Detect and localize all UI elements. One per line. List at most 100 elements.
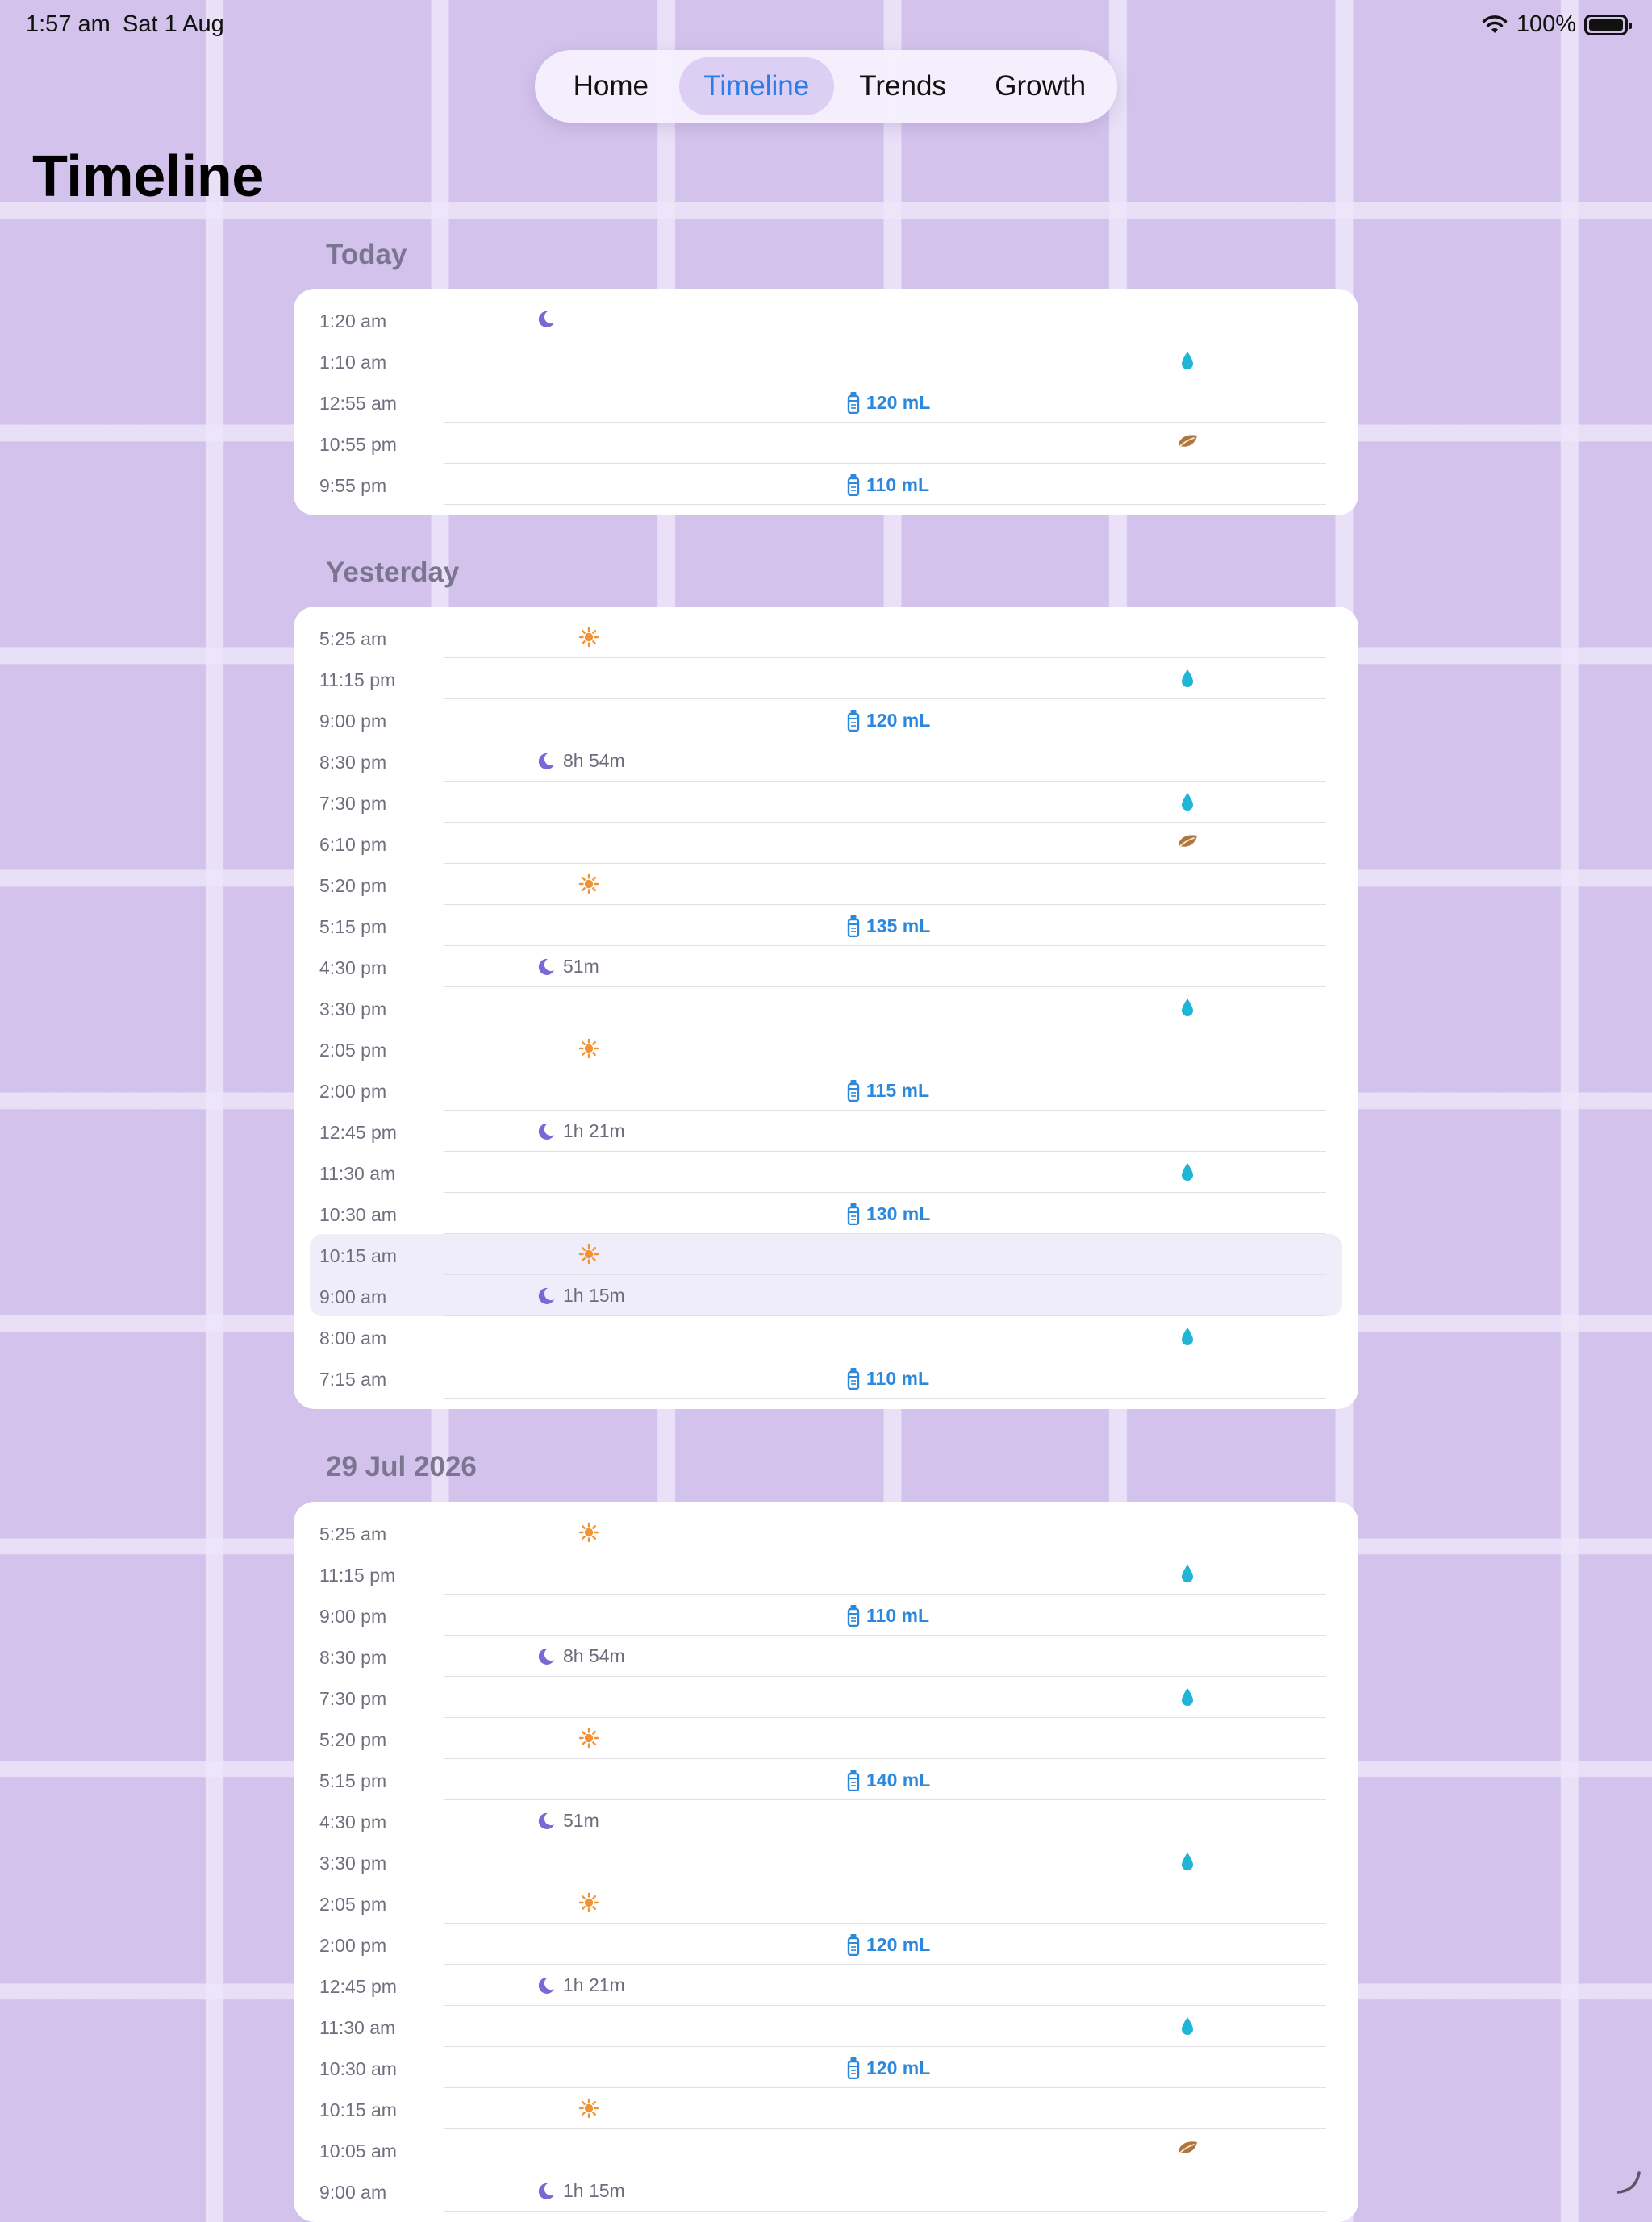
event-time: 2:00 pm	[319, 1935, 387, 1956]
tab-trends[interactable]: Trends	[834, 57, 972, 115]
event-time: 7:15 am	[319, 1369, 387, 1390]
section-title-29-jul: 29 Jul 2026	[326, 1451, 477, 1482]
event-time: 3:30 pm	[319, 1853, 387, 1874]
event-time: 11:30 am	[319, 1163, 396, 1184]
timeline-row[interactable]: 10:15 am	[294, 1234, 1358, 1275]
timeline-row[interactable]: 7:30 pm	[294, 782, 1358, 823]
bottle-icon	[847, 2057, 860, 2079]
tab-home[interactable]: Home	[543, 57, 679, 115]
tab-growth[interactable]: Growth	[971, 57, 1109, 115]
event-detail: 120 mL	[866, 2057, 931, 2078]
event-detail: 110 mL	[866, 1604, 929, 1626]
wifi-icon	[1482, 15, 1508, 33]
event-bottle: 130 mL	[847, 1203, 930, 1225]
timeline-row[interactable]: 7:30 pm	[294, 1677, 1358, 1718]
event-time: 9:00 am	[319, 1286, 387, 1307]
timeline-row[interactable]: 2:05 pm	[294, 1882, 1358, 1924]
timeline-row[interactable]: 10:15 am	[294, 2088, 1358, 2129]
leaf-icon	[1176, 2139, 1199, 2157]
event-time: 10:05 am	[319, 2141, 397, 2162]
event-dirty	[1176, 432, 1199, 450]
timeline-row[interactable]: 5:15 pm 135 mL	[294, 905, 1358, 946]
timeline-row[interactable]: 11:15 pm	[294, 1553, 1358, 1595]
timeline-row[interactable]: 11:30 am	[294, 2006, 1358, 2047]
row-divider	[444, 2211, 1326, 2212]
timeline-row[interactable]: 10:05 am	[294, 2129, 1358, 2170]
resize-handle-icon[interactable]	[1615, 2168, 1642, 2195]
timeline-row[interactable]: 2:00 pm 120 mL	[294, 1924, 1358, 1965]
event-bottle: 110 mL	[847, 1367, 929, 1390]
event-time: 5:20 pm	[319, 875, 387, 896]
event-dirty	[1176, 2139, 1199, 2157]
timeline-row[interactable]: 2:05 pm	[294, 1028, 1358, 1069]
event-time: 2:05 pm	[319, 1040, 387, 1061]
event-sleep: 1h 15m	[536, 2180, 625, 2202]
event-detail: 110 mL	[866, 473, 929, 495]
timeline-row[interactable]: 11:15 pm	[294, 658, 1358, 699]
timeline-row[interactable]: 12:45 pm 1h 21m	[294, 1965, 1358, 2006]
event-detail: 120 mL	[866, 709, 931, 731]
event-sleep: 1h 21m	[536, 1120, 625, 1142]
bottle-icon	[847, 1367, 860, 1390]
event-wake	[578, 1244, 599, 1265]
timeline-row[interactable]: 9:00 am 1h 15m	[294, 2170, 1358, 2212]
event-time: 1:10 am	[319, 352, 387, 373]
bottle-icon	[847, 1079, 860, 1102]
timeline-row[interactable]: 6:10 pm	[294, 823, 1358, 864]
timeline-row[interactable]: 8:00 am	[294, 1316, 1358, 1357]
event-time: 7:30 pm	[319, 793, 387, 814]
timeline-row[interactable]: 1:20 am	[294, 299, 1358, 340]
timeline-row[interactable]: 10:30 am 120 mL	[294, 2047, 1358, 2088]
timeline-row[interactable]: 5:25 am	[294, 617, 1358, 658]
event-detail: 130 mL	[866, 1203, 931, 1224]
timeline-row[interactable]: 4:30 pm 51m	[294, 946, 1358, 987]
timeline-row[interactable]: 12:45 pm 1h 21m	[294, 1111, 1358, 1152]
tab-timeline[interactable]: Timeline	[678, 57, 834, 115]
timeline-row[interactable]: 5:15 pm 140 mL	[294, 1759, 1358, 1800]
timeline-row[interactable]: 1:10 am	[294, 340, 1358, 381]
timeline-row[interactable]: 8:30 pm 8h 54m	[294, 740, 1358, 782]
timeline-row[interactable]: 5:20 pm	[294, 864, 1358, 905]
moon-icon	[536, 1286, 557, 1307]
event-time: 11:30 am	[319, 2017, 396, 2038]
sun-icon	[578, 627, 599, 648]
event-time: 9:55 pm	[319, 475, 387, 496]
event-time: 12:45 pm	[319, 1122, 397, 1143]
event-time: 5:15 pm	[319, 916, 387, 937]
event-bottle: 120 mL	[847, 1933, 930, 1956]
timeline-row[interactable]: 7:15 am 110 mL	[294, 1357, 1358, 1399]
moon-icon	[536, 1975, 557, 1996]
timeline-row[interactable]: 8:30 pm 8h 54m	[294, 1636, 1358, 1677]
drop-icon	[1179, 997, 1195, 1018]
timeline-row[interactable]: 2:00 pm 115 mL	[294, 1069, 1358, 1111]
event-bottle: 115 mL	[847, 1079, 929, 1102]
event-wet	[1179, 791, 1195, 812]
timeline-row[interactable]: 9:00 pm 110 mL	[294, 1595, 1358, 1636]
timeline-row[interactable]: 10:30 am 130 mL	[294, 1193, 1358, 1234]
timeline-row[interactable]: 3:30 pm	[294, 1841, 1358, 1882]
drop-icon	[1179, 1686, 1195, 1707]
timeline-row[interactable]: 5:20 pm	[294, 1718, 1358, 1759]
event-detail: 8h 54m	[563, 750, 625, 771]
moon-icon	[536, 1811, 557, 1832]
event-time: 10:55 pm	[319, 434, 397, 455]
moon-icon	[536, 751, 557, 772]
timeline-row[interactable]: 9:00 pm 120 mL	[294, 699, 1358, 740]
event-time: 10:15 am	[319, 1245, 397, 1266]
timeline-row[interactable]: 11:30 am	[294, 1152, 1358, 1193]
event-time: 4:30 pm	[319, 957, 387, 978]
timeline-row[interactable]: 5:25 am	[294, 1512, 1358, 1553]
event-wake	[578, 1522, 599, 1543]
timeline-row[interactable]: 3:30 pm	[294, 987, 1358, 1028]
timeline-row[interactable]: 10:55 pm	[294, 423, 1358, 464]
event-sleep: 1h 15m	[536, 1285, 625, 1307]
timeline-row[interactable]: 9:00 am 1h 15m	[294, 1275, 1358, 1316]
status-right: 100%	[1481, 11, 1632, 38]
sun-icon	[578, 1244, 599, 1265]
timeline-row[interactable]: 9:55 pm 110 mL	[294, 464, 1358, 505]
timeline-row[interactable]: 12:55 am 120 mL	[294, 381, 1358, 423]
bottle-icon	[847, 1933, 860, 1956]
timeline-row[interactable]: 4:30 pm 51m	[294, 1800, 1358, 1841]
timeline-card-yesterday: 5:25 am 11:15 pm 9:00 pm 120 mL 8:30 pm …	[294, 607, 1358, 1409]
drop-icon	[1179, 2016, 1195, 2036]
